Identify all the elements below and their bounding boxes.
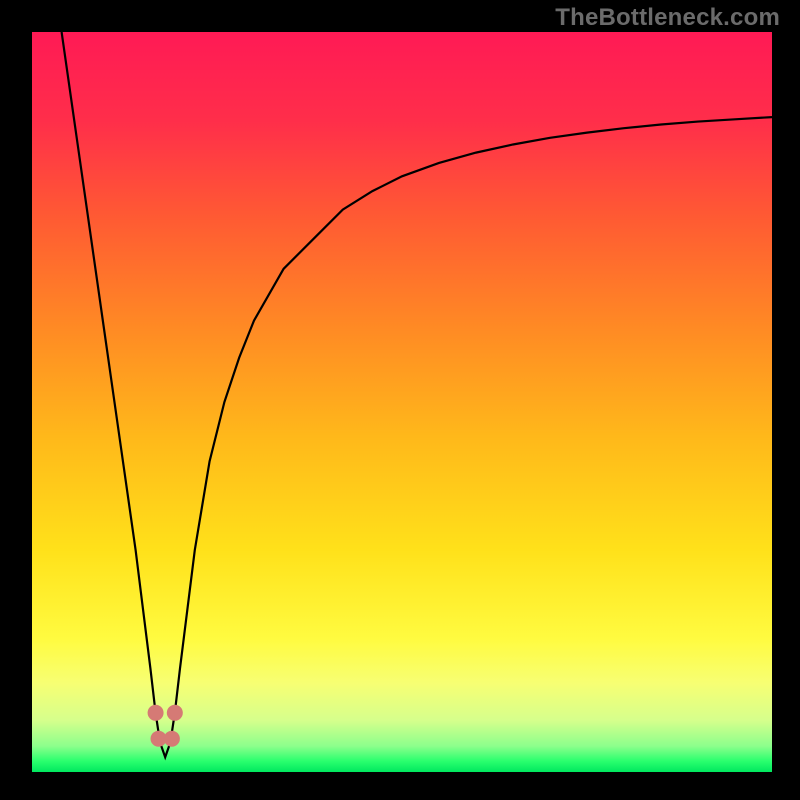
curve-marker [167,705,183,721]
plot-area [32,32,772,772]
chart-frame: TheBottleneck.com [0,0,800,800]
chart-svg [32,32,772,772]
background-gradient [32,32,772,772]
curve-marker [148,705,164,721]
watermark-text: TheBottleneck.com [555,4,780,32]
curve-marker [164,731,180,747]
